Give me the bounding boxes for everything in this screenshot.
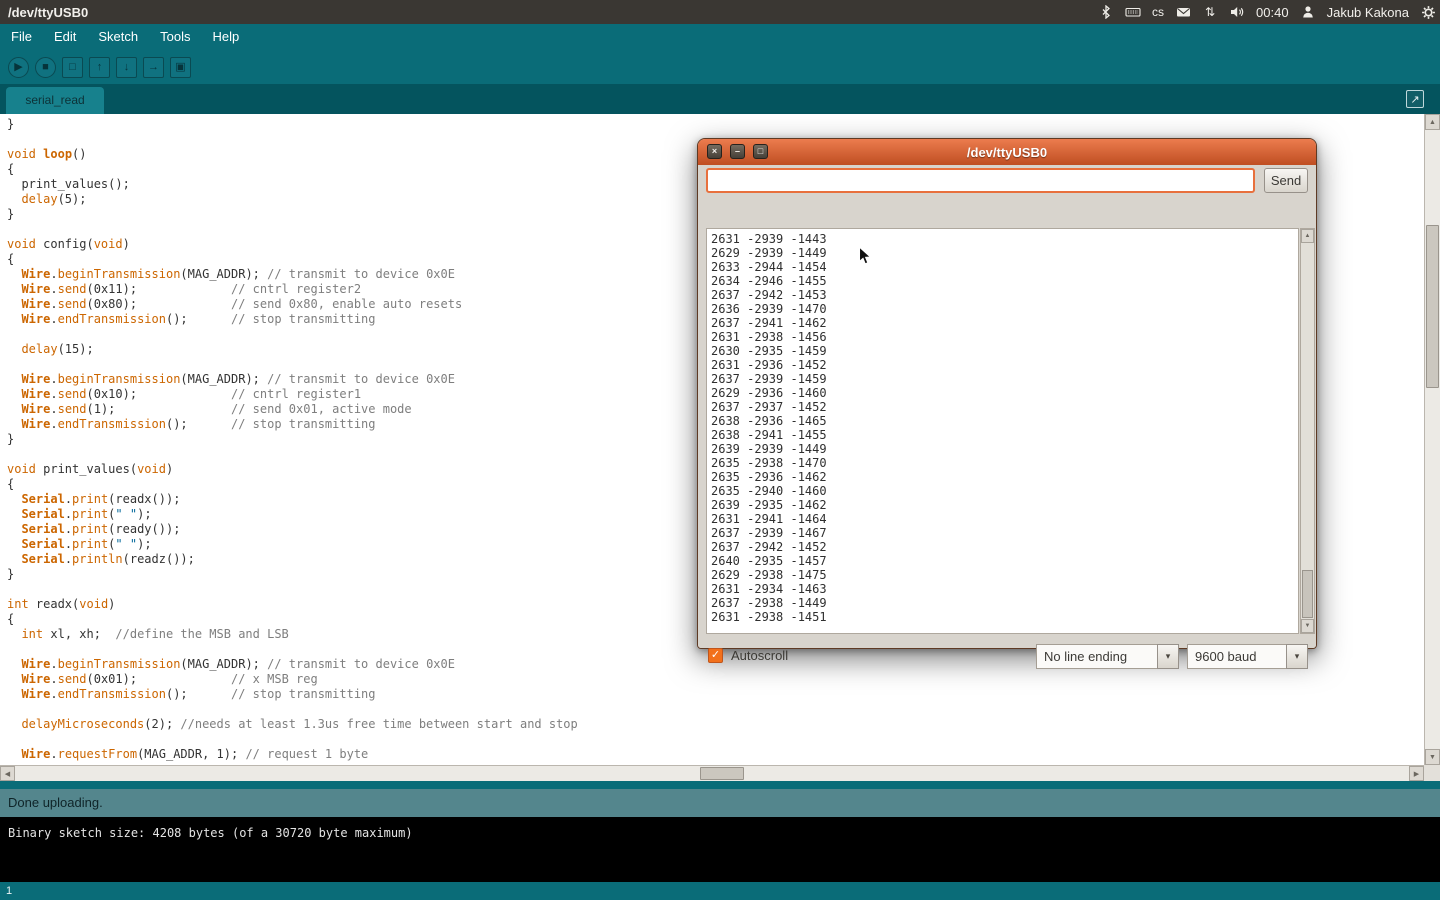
user-icon [1300, 4, 1316, 20]
maximize-button[interactable]: □ [753, 144, 768, 159]
stop-button[interactable]: ■ [35, 57, 56, 78]
tab-serial-read[interactable]: serial_read [6, 87, 104, 114]
mouse-cursor [858, 246, 872, 272]
bluetooth-icon[interactable] [1098, 4, 1114, 20]
close-icon: × [712, 147, 717, 156]
volume-icon[interactable] [1229, 4, 1245, 20]
keyboard-layout-indicator[interactable]: cs [1152, 5, 1164, 19]
panel-window-title: /dev/ttyUSB0 [8, 5, 88, 20]
minimize-button[interactable]: – [730, 144, 745, 159]
serial-output-area[interactable]: 2631 -2939 -1443 2629 -2939 -1449 2633 -… [706, 228, 1299, 634]
new-sketch-button[interactable]: □ [62, 57, 83, 78]
serial-monitor-body: Send 2631 -2939 -1443 2629 -2939 -1449 2… [698, 165, 1316, 648]
scrollbar-corner [1424, 765, 1440, 781]
stop-icon: ■ [42, 62, 49, 73]
status-message: Done uploading. [8, 795, 103, 810]
scroll-up-arrow[interactable]: ▲ [1425, 114, 1440, 130]
menu-help[interactable]: Help [201, 24, 250, 50]
keyboard-icon[interactable] [1125, 4, 1141, 20]
scroll-left-arrow[interactable]: ◀ [0, 766, 15, 781]
mail-icon[interactable] [1175, 4, 1191, 20]
open-up-arrow-icon: ↑ [97, 62, 103, 73]
toolbar: ▶ ■ □ ↑ ↓ → ▣ [0, 50, 1440, 84]
baud-rate-dropdown[interactable]: 9600 baud ▾ [1187, 644, 1308, 669]
horizontal-scroll-handle[interactable] [700, 767, 744, 780]
status-bar: Done uploading. [0, 789, 1440, 817]
gear-icon[interactable] [1420, 4, 1436, 20]
save-down-arrow-icon: ↓ [124, 62, 130, 73]
maximize-icon: □ [758, 147, 763, 156]
vertical-scroll-handle[interactable] [1426, 225, 1439, 388]
line-number-strip: 1 [0, 882, 1440, 900]
upload-button[interactable]: → [143, 57, 164, 78]
menu-edit[interactable]: Edit [43, 24, 87, 50]
tab-bar: serial_read ↗ [0, 84, 1440, 114]
upload-right-arrow-icon: → [148, 62, 159, 73]
check-icon: ✓ [711, 650, 720, 661]
scroll-right-arrow[interactable]: ▶ [1409, 766, 1424, 781]
autoscroll-checkbox[interactable]: ✓ [708, 648, 723, 663]
serial-scrollbar[interactable]: ▲ ▼ [1300, 228, 1315, 634]
console-output: Binary sketch size: 4208 bytes (of a 307… [0, 817, 1440, 882]
editor-vertical-scrollbar[interactable]: ▲ ▼ [1424, 114, 1440, 765]
open-sketch-button[interactable]: ↑ [89, 57, 110, 78]
tab-menu-button[interactable]: ↗ [1406, 90, 1424, 108]
tab-menu-icon: ↗ [1410, 93, 1419, 106]
console-text: Binary sketch size: 4208 bytes (of a 307… [0, 817, 1440, 849]
verify-play-icon: ▶ [14, 62, 22, 73]
code-text[interactable]: } void loop() { print_values(); delay(5)… [7, 117, 578, 762]
tab-label: serial_read [25, 93, 84, 107]
current-line-number: 1 [6, 885, 12, 897]
serial-scroll-up-arrow[interactable]: ▲ [1301, 229, 1314, 243]
system-tray: cs ⇅ 00:40 Jakub Kakona [1098, 0, 1436, 24]
serial-monitor-button[interactable]: ▣ [170, 57, 191, 78]
serial-monitor-icon: ▣ [175, 62, 185, 73]
serial-scroll-handle[interactable] [1302, 570, 1313, 618]
close-button[interactable]: × [707, 144, 722, 159]
serial-monitor-window: × – □ /dev/ttyUSB0 Send 2631 -2939 -1443 2… [697, 138, 1317, 649]
menu-file[interactable]: File [0, 24, 43, 50]
ubuntu-top-panel: /dev/ttyUSB0 cs ⇅ 00:40 Jakub Kakona [0, 0, 1440, 24]
serial-monitor-titlebar[interactable]: × – □ /dev/ttyUSB0 [698, 139, 1316, 165]
line-ending-value: No line ending [1036, 644, 1157, 669]
chevron-down-icon[interactable]: ▾ [1157, 644, 1179, 669]
window-controls: × – □ [707, 144, 768, 159]
send-button[interactable]: Send [1264, 168, 1308, 193]
serial-monitor-title: /dev/ttyUSB0 [698, 145, 1316, 160]
clock[interactable]: 00:40 [1256, 5, 1289, 20]
menu-tools[interactable]: Tools [149, 24, 201, 50]
menu-sketch[interactable]: Sketch [87, 24, 149, 50]
menu-bar: FileEditSketchToolsHelp [0, 24, 1440, 50]
save-sketch-button[interactable]: ↓ [116, 57, 137, 78]
editor-status-divider [0, 781, 1440, 789]
session-username[interactable]: Jakub Kakona [1327, 5, 1409, 20]
chevron-down-icon[interactable]: ▾ [1286, 644, 1308, 669]
baud-rate-value: 9600 baud [1187, 644, 1286, 669]
scroll-down-arrow[interactable]: ▼ [1425, 749, 1440, 765]
verify-button[interactable]: ▶ [8, 57, 29, 78]
sync-arrows-icon[interactable]: ⇅ [1202, 4, 1218, 20]
serial-scroll-down-arrow[interactable]: ▼ [1301, 619, 1314, 633]
line-ending-dropdown[interactable]: No line ending ▾ [1036, 644, 1179, 669]
serial-input[interactable] [706, 168, 1255, 193]
serial-controls-row: ✓ Autoscroll No line ending ▾ 9600 baud … [698, 642, 1316, 670]
minimize-icon: – [735, 147, 740, 156]
screen: /dev/ttyUSB0 cs ⇅ 00:40 Jakub Kakona [0, 0, 1440, 900]
serial-output-text: 2631 -2939 -1443 2629 -2939 -1449 2633 -… [707, 229, 1298, 627]
new-file-icon: □ [69, 62, 76, 73]
autoscroll-label: Autoscroll [731, 642, 788, 670]
editor-horizontal-scrollbar[interactable]: ◀ ▶ [0, 765, 1424, 781]
